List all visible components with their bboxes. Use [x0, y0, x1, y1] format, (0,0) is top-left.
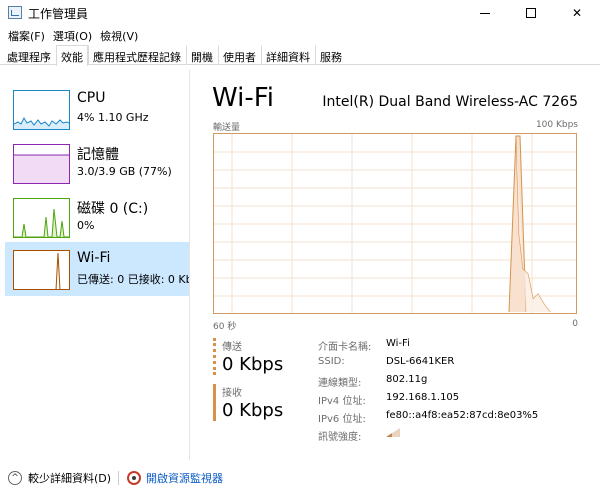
- info-key: IPv4 位址:: [318, 396, 366, 407]
- tab-performance[interactable]: 效能: [56, 45, 88, 66]
- window-title: 工作管理員: [28, 7, 89, 21]
- info-row-signal-strength: 訊號強度:: [318, 428, 578, 446]
- info-value: DSL-6641KER: [386, 356, 455, 367]
- sidebar-item-wifi[interactable]: Wi-Fi 已傳送: 0 已接收: 0 Kbps: [5, 242, 189, 296]
- tab-startup[interactable]: 開機: [186, 45, 218, 65]
- sidebar-cpu-subtitle: 4% 1.10 GHz: [77, 111, 149, 124]
- sidebar-memory-subtitle: 3.0/3.9 GB (77%): [77, 165, 172, 178]
- wifi-thumbnail-graph: [13, 250, 70, 290]
- info-key: IPv6 位址:: [318, 414, 366, 425]
- sidebar-memory-title: 記憶體: [77, 147, 119, 163]
- chart-max-label: 100 Kbps: [535, 120, 578, 130]
- info-key: 訊號強度:: [318, 432, 362, 443]
- disk-thumbnail-graph: [13, 198, 70, 238]
- receive-value: 0 Kbps: [222, 400, 284, 421]
- info-row-ipv6: IPv6 位址: fe80::a4f8:ea52:87cd:8e03%5: [318, 410, 578, 428]
- info-key: 介面卡名稱:: [318, 342, 372, 353]
- task-manager-icon: [8, 6, 22, 19]
- chart-zero-label: 0: [572, 319, 578, 329]
- performance-sidebar: CPU 4% 1.10 GHz 記憶體 3.0/3.9 GB (77%) 磁碟 …: [0, 70, 190, 460]
- info-key: SSID:: [318, 356, 345, 367]
- sidebar-disk-subtitle: 0%: [77, 219, 95, 232]
- info-row-adapter-name: 介面卡名稱: Wi-Fi: [318, 338, 578, 356]
- info-key: 連線類型:: [318, 378, 362, 389]
- info-value: fe80::a4f8:ea52:87cd:8e03%5: [386, 410, 539, 421]
- fewer-details-button[interactable]: ^ 較少詳細資料(D): [8, 470, 111, 486]
- info-value: 802.11g: [386, 374, 428, 385]
- tab-strip: 處理程序 效能 應用程式歷程記錄 開機 使用者 詳細資料 服務: [0, 45, 600, 66]
- chevron-up-icon: ^: [8, 471, 22, 485]
- info-value: 192.168.1.105: [386, 392, 460, 403]
- close-icon: ✕: [571, 6, 583, 20]
- wifi-detail-panel: Wi-Fi Intel(R) Dual Band Wireless-AC 726…: [192, 70, 600, 460]
- chart-title-label: 輸送量: [213, 123, 241, 133]
- tab-services[interactable]: 服務: [315, 45, 347, 65]
- sidebar-cpu-title: CPU: [77, 90, 106, 106]
- close-button[interactable]: ✕: [554, 0, 600, 26]
- resource-monitor-icon: [127, 471, 141, 485]
- page-title: Wi-Fi: [212, 83, 275, 113]
- send-label: 傳送: [222, 342, 242, 353]
- sidebar-item-cpu[interactable]: CPU 4% 1.10 GHz: [5, 82, 189, 136]
- footer-bar: ^ 較少詳細資料(D) 開啟資源監視器: [0, 462, 600, 494]
- maximize-button[interactable]: [508, 0, 554, 26]
- open-resource-monitor-label: 開啟資源監視器: [146, 472, 223, 485]
- menu-view[interactable]: 檢視(V): [96, 26, 142, 44]
- signal-strength-icon: [386, 428, 400, 440]
- send-value: 0 Kbps: [222, 354, 284, 375]
- memory-thumbnail-graph: [13, 144, 70, 184]
- sidebar-wifi-subtitle: 已傳送: 0 已接收: 0 Kbps: [77, 273, 189, 286]
- footer-divider: [118, 471, 119, 485]
- minimize-icon: [480, 12, 490, 14]
- menu-file[interactable]: 檔案(F): [4, 26, 49, 44]
- adapter-name: Intel(R) Dual Band Wireless-AC 7265: [322, 94, 578, 110]
- cpu-thumbnail-graph: [13, 90, 70, 130]
- maximize-icon: [526, 8, 536, 18]
- tab-processes[interactable]: 處理程序: [2, 45, 56, 65]
- throughput-chart: [213, 133, 577, 314]
- info-row-ssid: SSID: DSL-6641KER: [318, 356, 578, 374]
- info-value: Wi-Fi: [386, 338, 410, 349]
- receive-label: 接收: [222, 388, 242, 399]
- menu-options[interactable]: 選項(O): [49, 26, 96, 44]
- sidebar-disk-title: 磁碟 0 (C:): [77, 201, 149, 217]
- info-row-connection-type: 連線類型: 802.11g: [318, 374, 578, 392]
- tab-users[interactable]: 使用者: [218, 45, 261, 65]
- tab-app-history[interactable]: 應用程式歷程記錄: [88, 45, 186, 65]
- chart-time-label: 60 秒: [213, 322, 237, 332]
- fewer-details-label: 較少詳細資料(D): [28, 472, 112, 485]
- info-row-ipv4: IPv4 位址: 192.168.1.105: [318, 392, 578, 410]
- tab-details[interactable]: 詳細資料: [261, 45, 315, 65]
- sidebar-item-memory[interactable]: 記憶體 3.0/3.9 GB (77%): [5, 136, 189, 190]
- receive-stat: 接收 0 Kbps: [213, 384, 283, 421]
- open-resource-monitor-link[interactable]: 開啟資源監視器: [127, 470, 223, 486]
- menu-bar: 檔案(F) 選項(O) 檢視(V): [0, 26, 600, 44]
- title-bar: 工作管理員 ✕: [0, 0, 600, 26]
- sidebar-wifi-title: Wi-Fi: [77, 250, 111, 266]
- send-stat: 傳送 0 Kbps: [213, 338, 283, 375]
- minimize-button[interactable]: [462, 0, 508, 26]
- sidebar-item-disk[interactable]: 磁碟 0 (C:) 0%: [5, 190, 189, 244]
